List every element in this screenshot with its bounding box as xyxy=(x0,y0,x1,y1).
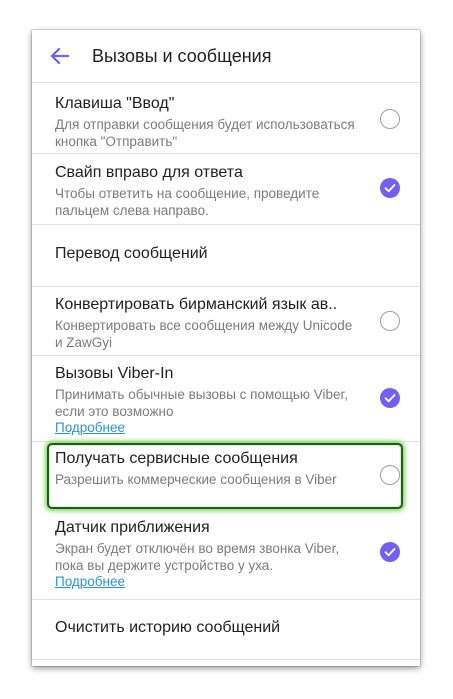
radio-unchecked-icon[interactable] xyxy=(380,311,400,331)
setting-title: Очистить историю сообщений xyxy=(55,619,281,636)
setting-description: Конвертировать все сообщения между Unico… xyxy=(55,318,353,350)
app-header: Вызовы и сообщения xyxy=(32,30,420,83)
radio-checked-icon[interactable] xyxy=(380,388,400,408)
back-arrow-icon[interactable] xyxy=(48,44,72,68)
setting-description: Принимать обычные вызовы с помощью Viber… xyxy=(55,387,349,419)
radio-checked-icon[interactable] xyxy=(380,542,400,562)
setting-clear-history[interactable]: Очистить историю сообщений xyxy=(32,600,420,660)
setting-title: Свайп вправо для ответа xyxy=(55,164,243,181)
radio-unchecked-icon[interactable] xyxy=(380,109,400,129)
setting-title: Клавиша "Ввод" xyxy=(55,95,175,112)
setting-description: Чтобы ответить на сообщение, проведите п… xyxy=(55,186,320,218)
more-info-link[interactable]: Подробнее xyxy=(55,420,125,435)
radio-checked-icon[interactable] xyxy=(380,178,400,198)
setting-message-translation[interactable]: Перевод сообщений xyxy=(32,225,420,287)
setting-title: Вызовы Viber-In xyxy=(55,365,174,382)
setting-swipe-reply[interactable]: Свайп вправо для ответа Чтобы ответить н… xyxy=(32,154,420,225)
more-info-link[interactable]: Подробнее xyxy=(55,574,125,589)
setting-title: Датчик приближения xyxy=(55,519,210,536)
setting-enter-key[interactable]: Клавиша "Ввод" Для отправки сообщения бу… xyxy=(32,83,420,154)
page-title: Вызовы и сообщения xyxy=(92,46,272,66)
setting-burmese-convert[interactable]: Конвертировать бирманский язык ав.. Конв… xyxy=(32,287,420,356)
setting-description: Для отправки сообщения будет использоват… xyxy=(55,117,355,149)
setting-viber-in[interactable]: Вызовы Viber-In Принимать обычные вызовы… xyxy=(32,356,420,442)
phone-screen: Вызовы и сообщения Клавиша "Ввод" Для от… xyxy=(32,30,420,666)
highlight-frame xyxy=(47,443,403,509)
setting-title: Перевод сообщений xyxy=(55,245,208,262)
setting-description: Экран будет отключён во время звонка Vib… xyxy=(55,541,340,573)
setting-proximity-sensor[interactable]: Датчик приближения Экран будет отключён … xyxy=(32,513,420,600)
setting-title: Конвертировать бирманский язык ав.. xyxy=(55,296,338,313)
